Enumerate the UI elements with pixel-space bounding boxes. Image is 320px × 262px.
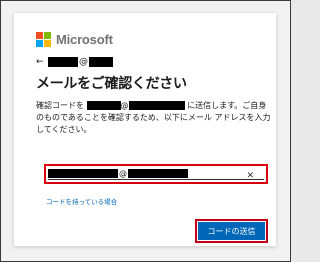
sign-in-card: Microsoft ← @ メールをご確認ください 確認コードを @ に送信しま… — [14, 13, 276, 246]
instruction-prefix: 確認コードを — [36, 101, 84, 110]
email-field-highlight: @ ✕ — [44, 164, 268, 184]
identity-at-sign: @ — [79, 57, 88, 67]
page-title: メールをご確認ください — [36, 76, 187, 92]
email-field[interactable]: @ ✕ — [48, 168, 264, 181]
identity-row: ← @ — [36, 56, 113, 68]
redacted-username — [48, 57, 78, 67]
window-frame: Microsoft ← @ メールをご確認ください 確認コードを @ に送信しま… — [0, 0, 291, 262]
microsoft-logo-icon — [36, 32, 51, 47]
arrow-left-icon[interactable]: ← — [36, 56, 48, 68]
send-code-button[interactable]: コードの送信 — [198, 222, 265, 240]
send-button-highlight: コードの送信 — [195, 219, 268, 243]
redacted-email-domain — [128, 101, 185, 110]
close-icon[interactable]: ✕ — [246, 168, 254, 184]
brand-name: Microsoft — [56, 32, 113, 47]
instruction-text: 確認コードを @ に送信します。ご自身のものであることを確認するため、以下にメー… — [36, 100, 272, 136]
redacted-domain — [89, 57, 113, 67]
redacted-input-user — [48, 169, 118, 178]
input-at-sign: @ — [119, 168, 127, 178]
have-code-link[interactable]: コードを持っている場合 — [46, 196, 117, 206]
redacted-email-user — [86, 101, 121, 110]
redacted-input-domain — [128, 169, 188, 178]
microsoft-logo: Microsoft — [36, 32, 113, 47]
instruction-at-sign: @ — [120, 101, 129, 110]
